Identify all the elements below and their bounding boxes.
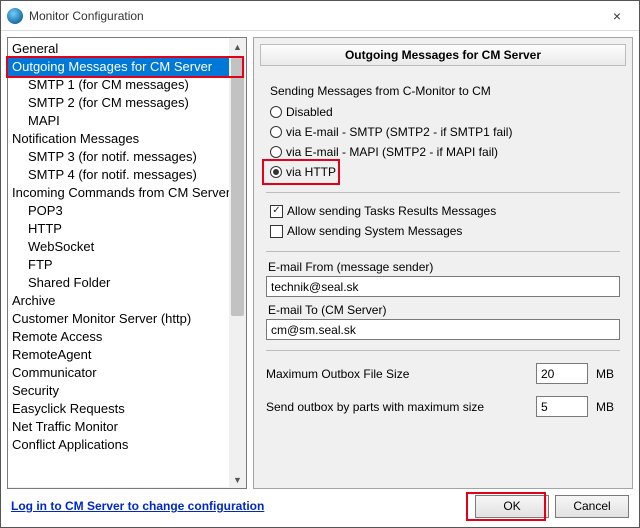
config-panel: Outgoing Messages for CM Server Sending … (253, 37, 633, 489)
scroll-up-arrow[interactable]: ▲ (229, 38, 246, 55)
app-icon (7, 8, 23, 24)
check-system[interactable]: Allow sending System Messages (270, 221, 620, 241)
nav-item[interactable]: Remote Access (8, 328, 230, 346)
login-link[interactable]: Log in to CM Server to change configurat… (11, 499, 264, 513)
radio-disabled[interactable]: Disabled (270, 102, 620, 122)
max-outbox-label: Maximum Outbox File Size (266, 367, 528, 381)
radio-icon (270, 166, 282, 178)
nav-item[interactable]: Notification Messages (8, 130, 230, 148)
radio-icon (270, 106, 282, 118)
sending-label: Sending Messages from C-Monitor to CM (270, 84, 620, 98)
nav-item[interactable]: Communicator (8, 364, 230, 382)
nav-item[interactable]: Shared Folder (8, 274, 230, 292)
nav-item[interactable]: POP3 (8, 202, 230, 220)
nav-item[interactable]: Archive (8, 292, 230, 310)
titlebar: Monitor Configuration × (1, 1, 639, 31)
ok-button[interactable]: OK (475, 495, 549, 518)
separator (266, 192, 620, 193)
separator (266, 350, 620, 351)
nav-item[interactable]: Customer Monitor Server (http) (8, 310, 230, 328)
radio-http[interactable]: via HTTP (270, 162, 620, 182)
nav-item[interactable]: Easyclick Requests (8, 400, 230, 418)
send-parts-input[interactable] (536, 396, 588, 417)
nav-item[interactable]: SMTP 3 (for notif. messages) (8, 148, 230, 166)
radio-icon (270, 146, 282, 158)
nav-item[interactable]: Net Traffic Monitor (8, 418, 230, 436)
nav-tree: GeneralOutgoing Messages for CM ServerSM… (7, 37, 247, 489)
nav-item[interactable]: RemoteAgent (8, 346, 230, 364)
body-area: GeneralOutgoing Messages for CM ServerSM… (1, 31, 639, 489)
nav-item[interactable]: Incoming Commands from CM Server (8, 184, 230, 202)
checkbox-label: Allow sending Tasks Results Messages (287, 204, 496, 218)
nav-item[interactable]: SMTP 2 (for CM messages) (8, 94, 230, 112)
nav-item[interactable]: Outgoing Messages for CM Server (8, 58, 230, 76)
panel-title: Outgoing Messages for CM Server (260, 44, 626, 66)
nav-item[interactable]: HTTP (8, 220, 230, 238)
email-to-input[interactable] (266, 319, 620, 340)
nav-item[interactable]: MAPI (8, 112, 230, 130)
close-button[interactable]: × (595, 1, 639, 31)
checkbox-icon (270, 225, 283, 238)
separator (266, 251, 620, 252)
scroll-thumb[interactable] (231, 56, 244, 316)
nav-item[interactable]: Conflict Applications (8, 436, 230, 454)
nav-scrollbar[interactable]: ▲ ▼ (229, 38, 246, 488)
radio-mapi[interactable]: via E-mail - MAPI (SMTP2 - if MAPI fail) (270, 142, 620, 162)
nav-item[interactable]: Security (8, 382, 230, 400)
radio-label: via E-mail - SMTP (SMTP2 - if SMTP1 fail… (286, 125, 512, 139)
footer: Log in to CM Server to change configurat… (1, 489, 639, 523)
email-to-label: E-mail To (CM Server) (268, 303, 620, 317)
scroll-down-arrow[interactable]: ▼ (229, 471, 246, 488)
nav-item[interactable]: SMTP 1 (for CM messages) (8, 76, 230, 94)
radio-icon (270, 126, 282, 138)
unit-label: MB (596, 400, 620, 414)
email-from-input[interactable] (266, 276, 620, 297)
cancel-button[interactable]: Cancel (555, 495, 629, 518)
nav-item[interactable]: SMTP 4 (for notif. messages) (8, 166, 230, 184)
radio-label: Disabled (286, 105, 333, 119)
checkbox-icon (270, 205, 283, 218)
checkbox-label: Allow sending System Messages (287, 224, 462, 238)
nav-item[interactable]: FTP (8, 256, 230, 274)
radio-label: via HTTP (286, 165, 336, 179)
radio-smtp[interactable]: via E-mail - SMTP (SMTP2 - if SMTP1 fail… (270, 122, 620, 142)
send-parts-label: Send outbox by parts with maximum size (266, 400, 528, 414)
window-title: Monitor Configuration (29, 9, 595, 23)
check-tasks[interactable]: Allow sending Tasks Results Messages (270, 201, 620, 221)
unit-label: MB (596, 367, 620, 381)
nav-item[interactable]: WebSocket (8, 238, 230, 256)
radio-label: via E-mail - MAPI (SMTP2 - if MAPI fail) (286, 145, 498, 159)
email-from-label: E-mail From (message sender) (268, 260, 620, 274)
nav-item[interactable]: General (8, 40, 230, 58)
max-outbox-input[interactable] (536, 363, 588, 384)
